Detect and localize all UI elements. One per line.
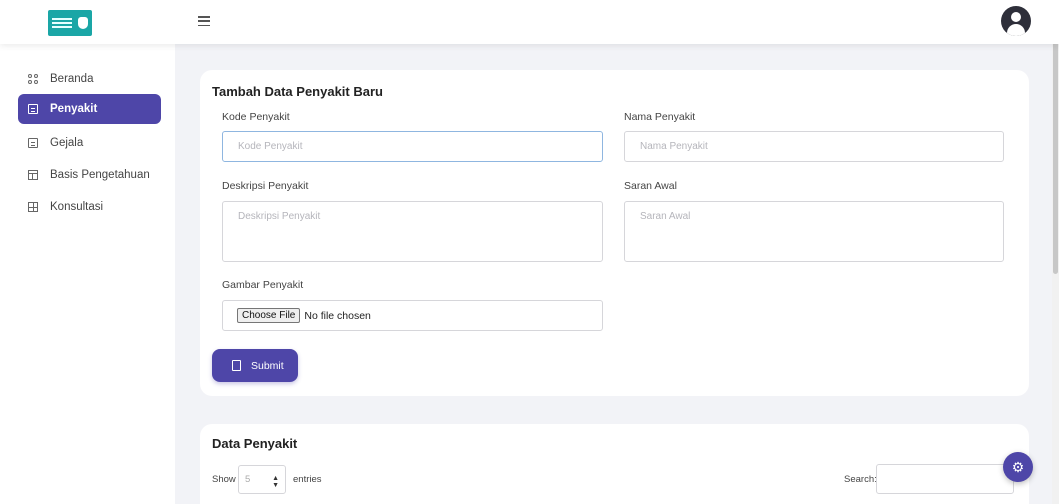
table-section-title: Data Penyakit bbox=[212, 436, 298, 451]
sidebar-item-label: Gejala bbox=[50, 137, 84, 149]
app-logo[interactable] bbox=[48, 10, 92, 36]
deskripsi-penyakit-label: Deskripsi Penyakit bbox=[222, 180, 309, 192]
top-bar bbox=[0, 0, 1059, 44]
entries-label: entries bbox=[293, 474, 322, 485]
saran-awal-label: Saran Awal bbox=[624, 180, 677, 192]
gambar-penyakit-label: Gambar Penyakit bbox=[222, 279, 304, 291]
nama-penyakit-label: Nama Penyakit bbox=[624, 111, 696, 123]
grid-icon bbox=[28, 74, 38, 84]
choose-file-button[interactable]: Choose File bbox=[237, 308, 301, 323]
show-label: Show bbox=[212, 474, 236, 485]
nama-penyakit-input[interactable] bbox=[624, 131, 1004, 162]
kode-penyakit-input[interactable] bbox=[222, 131, 603, 162]
tooth-icon bbox=[78, 17, 88, 29]
file-status-text: No file chosen bbox=[304, 309, 371, 322]
disease-table-card: Data Penyakit Show 5 ▲ ▼ entries Search: bbox=[200, 424, 1029, 504]
sidebar-item-label: Penyakit bbox=[50, 103, 98, 115]
user-avatar-icon[interactable] bbox=[1001, 6, 1031, 36]
grid-plus-icon bbox=[28, 202, 38, 212]
deskripsi-penyakit-textarea[interactable] bbox=[222, 201, 603, 262]
search-input[interactable] bbox=[876, 464, 1014, 494]
sidebar-item-basis-pengetahuan[interactable]: Basis Pengetahuan bbox=[18, 160, 161, 190]
main-content: Tambah Data Penyakit Baru Kode Penyakit … bbox=[175, 44, 1052, 504]
search-label: Search: bbox=[844, 474, 877, 485]
sidebar-item-penyakit[interactable]: Penyakit bbox=[18, 94, 161, 124]
document-icon bbox=[28, 138, 38, 148]
table-icon bbox=[28, 170, 38, 180]
saran-awal-textarea[interactable] bbox=[624, 201, 1004, 262]
sidebar-item-label: Beranda bbox=[50, 73, 94, 85]
document-icon bbox=[28, 104, 38, 114]
kode-penyakit-label: Kode Penyakit bbox=[222, 111, 290, 123]
sidebar: Beranda Penyakit Gejala Basis Pengetahua… bbox=[8, 44, 168, 504]
entries-select-value: 5 bbox=[245, 474, 251, 485]
select-arrows-icon: ▲ ▼ bbox=[272, 475, 279, 489]
logo-text-mark bbox=[52, 16, 72, 30]
hamburger-icon[interactable] bbox=[198, 16, 210, 26]
entries-select[interactable]: 5 ▲ ▼ bbox=[238, 465, 286, 494]
sidebar-item-gejala[interactable]: Gejala bbox=[18, 128, 161, 158]
file-icon bbox=[232, 360, 241, 371]
form-title: Tambah Data Penyakit Baru bbox=[212, 84, 383, 99]
settings-gear-icon[interactable]: ⚙ bbox=[1003, 452, 1033, 482]
sidebar-item-label: Basis Pengetahuan bbox=[50, 169, 150, 181]
submit-button[interactable]: Submit bbox=[212, 349, 298, 382]
sidebar-item-label: Konsultasi bbox=[50, 201, 104, 213]
sidebar-item-konsultasi[interactable]: Konsultasi bbox=[18, 192, 161, 222]
gambar-penyakit-file-field: Choose File No file chosen bbox=[222, 300, 603, 331]
submit-button-label: Submit bbox=[251, 359, 284, 372]
add-disease-form-card: Tambah Data Penyakit Baru Kode Penyakit … bbox=[200, 70, 1029, 396]
sidebar-item-beranda[interactable]: Beranda bbox=[18, 64, 161, 94]
page-scrollbar[interactable] bbox=[1052, 0, 1059, 504]
